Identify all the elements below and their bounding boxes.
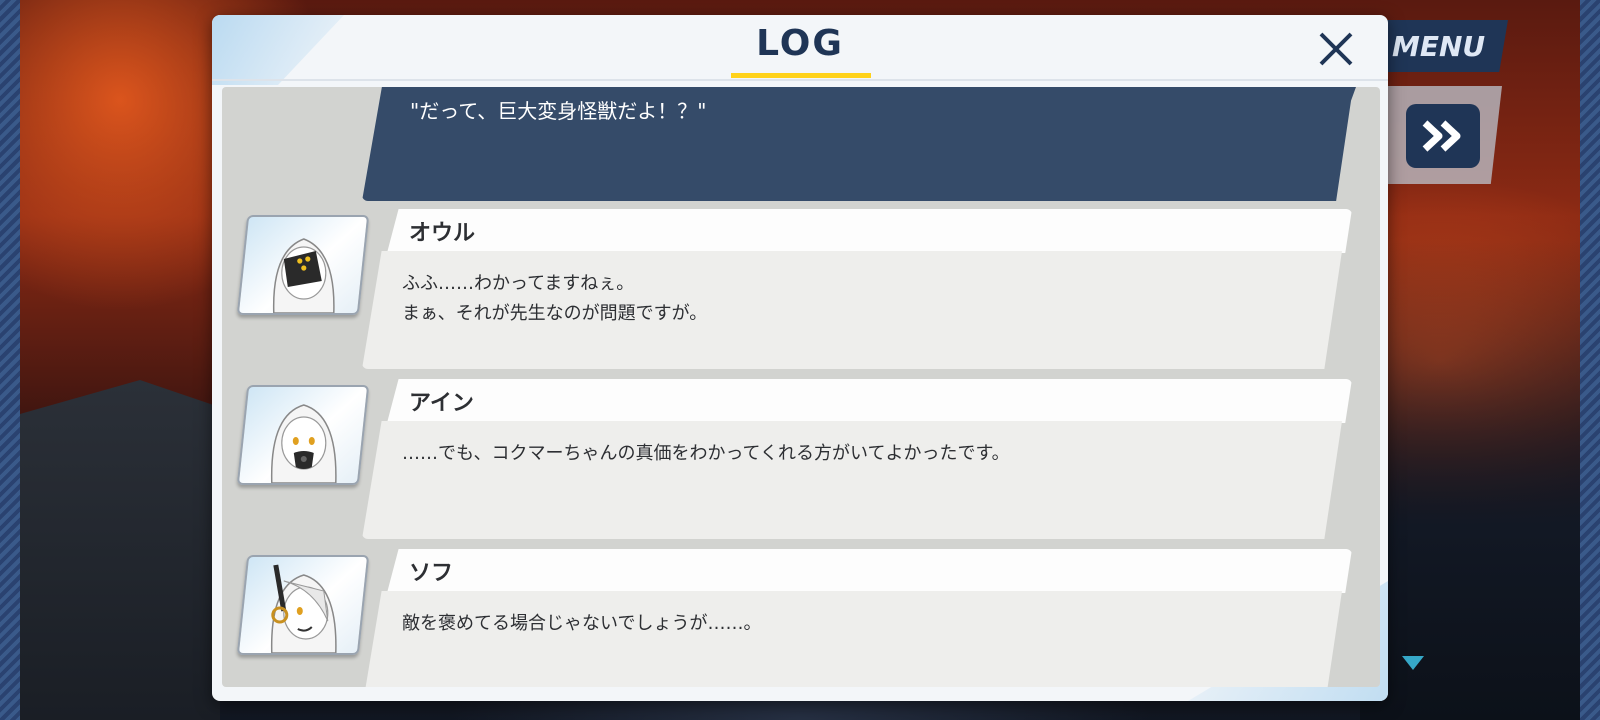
background-rock-right <box>1360 240 1580 720</box>
speaker-name: アイン <box>409 391 474 416</box>
header-divider <box>212 79 1388 81</box>
double-chevron-right-icon <box>1422 120 1461 152</box>
log-entry[interactable]: オウル ふふ……わかってますねぇ。 まぁ、それが先生なのが問題ですが。 <box>222 209 1380 369</box>
left-border-stripe <box>0 0 20 720</box>
speaker-name-plate: オウル <box>387 209 1352 253</box>
dialogue-line: ふふ……わかってますねぇ。 <box>402 273 635 294</box>
dialogue-box: ふふ……わかってますねぇ。 まぁ、それが先生なのが問題ですが。 <box>362 251 1342 369</box>
close-icon <box>1319 32 1353 66</box>
menu-button-label: MENU <box>1392 29 1486 63</box>
triangle-down-icon <box>1402 656 1424 670</box>
log-entry-selected[interactable]: "だって、巨大変身怪獣だよ！？" <box>362 87 1356 201</box>
speaker-name-plate: アイン <box>387 379 1352 423</box>
dialogue-box: 敵を褒めてる場合じゃないでしょうが……。 <box>362 591 1342 687</box>
dialogue-line: "だって、巨大変身怪獣だよ！？" <box>410 99 707 123</box>
character-portrait <box>236 555 370 655</box>
speaker-name: オウル <box>409 221 476 246</box>
character-portrait <box>236 385 370 485</box>
speaker-name-plate: ソフ <box>387 549 1352 593</box>
close-button[interactable] <box>1310 23 1362 75</box>
log-entry[interactable]: アイン ……でも、コクマーちゃんの真価をわかってくれる方がいてよかったです。 <box>222 379 1380 539</box>
portrait-ain-icon <box>270 404 337 483</box>
character-portrait <box>236 215 370 315</box>
title-underline <box>731 73 871 78</box>
dialog-header: LOG <box>212 15 1388 85</box>
dialog-title: LOG <box>756 23 844 64</box>
dialogue-line: 敵を褒めてる場合じゃないでしょうが……。 <box>402 613 762 634</box>
speaker-name: ソフ <box>409 561 454 586</box>
dialogue-box: ……でも、コクマーちゃんの真価をわかってくれる方がいてよかったです。 <box>362 421 1342 539</box>
portrait-owl-icon <box>272 238 335 313</box>
background-rock-left <box>20 380 220 720</box>
right-border-stripe <box>1580 0 1600 720</box>
portrait-sof-icon <box>270 564 337 653</box>
dialogue-line: ……でも、コクマーちゃんの真価をわかってくれる方がいてよかったです。 <box>402 443 1010 464</box>
dialogue-line: まぁ、それが先生なのが問題ですが。 <box>402 303 708 324</box>
fast-forward-button[interactable] <box>1406 104 1480 168</box>
log-dialog: LOG "だって、巨大変身怪獣だよ！？" オウル ふふ……わかってますねぇ。 ま… <box>212 15 1388 701</box>
log-list[interactable]: "だって、巨大変身怪獣だよ！？" オウル ふふ……わかってますねぇ。 まぁ、それ… <box>222 87 1380 687</box>
log-entry[interactable]: ソフ 敵を褒めてる場合じゃないでしょうが……。 <box>222 549 1380 687</box>
